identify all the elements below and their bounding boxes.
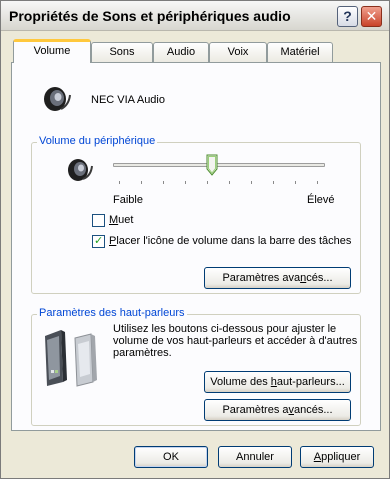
slider-tick bbox=[251, 181, 252, 184]
slider-tick bbox=[207, 181, 208, 184]
tab-sons[interactable]: Sons bbox=[91, 42, 153, 62]
slider-tick bbox=[141, 181, 142, 184]
slider-min-label: Faible bbox=[113, 194, 143, 206]
slider-tick bbox=[317, 181, 318, 184]
slider-max-label: Élevé bbox=[307, 194, 335, 206]
slider-thumb[interactable] bbox=[206, 154, 218, 176]
help-button[interactable]: ? bbox=[337, 6, 358, 27]
slider-tick bbox=[119, 181, 120, 184]
tab-materiel[interactable]: Matériel bbox=[267, 42, 333, 62]
tab-audio[interactable]: Audio bbox=[153, 42, 209, 62]
volume-group-label: Volume du périphérique bbox=[37, 135, 158, 147]
slider-track bbox=[113, 163, 325, 167]
dialog-window: Propriétés de Sons et périphériques audi… bbox=[0, 0, 390, 479]
close-button[interactable]: ✕ bbox=[361, 6, 382, 27]
cancel-button[interactable]: Annuler bbox=[218, 446, 292, 468]
help-icon: ? bbox=[343, 8, 352, 24]
tab-label: Sons bbox=[109, 46, 135, 58]
slider-tick bbox=[229, 181, 230, 184]
mute-checkbox[interactable] bbox=[92, 214, 105, 227]
speaker-icon bbox=[68, 159, 93, 181]
tab-voix[interactable]: Voix bbox=[209, 42, 267, 62]
tray-icon-checkbox[interactable]: ✓ bbox=[92, 235, 105, 248]
slider-tick bbox=[185, 181, 186, 184]
speaker-advanced-button[interactable]: Paramètres avancés... bbox=[204, 399, 351, 421]
tab-volume[interactable]: Volume bbox=[13, 39, 91, 63]
speakers-group-label: Paramètres des haut-parleurs bbox=[37, 307, 187, 319]
mute-label[interactable]: Muet bbox=[109, 214, 133, 226]
window-title: Propriétés de Sons et périphériques audi… bbox=[9, 8, 291, 24]
volume-advanced-button[interactable]: Paramètres avancés... bbox=[204, 267, 351, 289]
slider-tick bbox=[273, 181, 274, 184]
tab-label: Volume bbox=[33, 45, 71, 57]
ok-button[interactable]: OK bbox=[134, 446, 208, 468]
tab-label: Matériel bbox=[280, 46, 320, 58]
tab-label: Audio bbox=[166, 46, 196, 58]
tab-label: Voix bbox=[227, 46, 249, 58]
slider-tick bbox=[163, 181, 164, 184]
close-icon: ✕ bbox=[365, 8, 378, 24]
checkmark-icon: ✓ bbox=[94, 235, 104, 247]
slider-tick bbox=[295, 181, 296, 184]
speakers-description: Utilisez les boutons ci-dessous pour aju… bbox=[113, 323, 358, 359]
volume-slider[interactable] bbox=[113, 153, 333, 191]
tray-icon-label[interactable]: Placer l'icône de volume dans la barre d… bbox=[109, 235, 351, 247]
device-name: NEC VIA Audio bbox=[91, 94, 165, 106]
speakers-icon bbox=[45, 330, 97, 387]
title-bar[interactable]: Propriétés de Sons et périphériques audi… bbox=[1, 1, 389, 31]
speaker-icon bbox=[44, 87, 71, 111]
speaker-volume-button[interactable]: Volume des haut-parleurs... bbox=[204, 371, 351, 393]
apply-button[interactable]: Appliquer bbox=[300, 446, 374, 468]
